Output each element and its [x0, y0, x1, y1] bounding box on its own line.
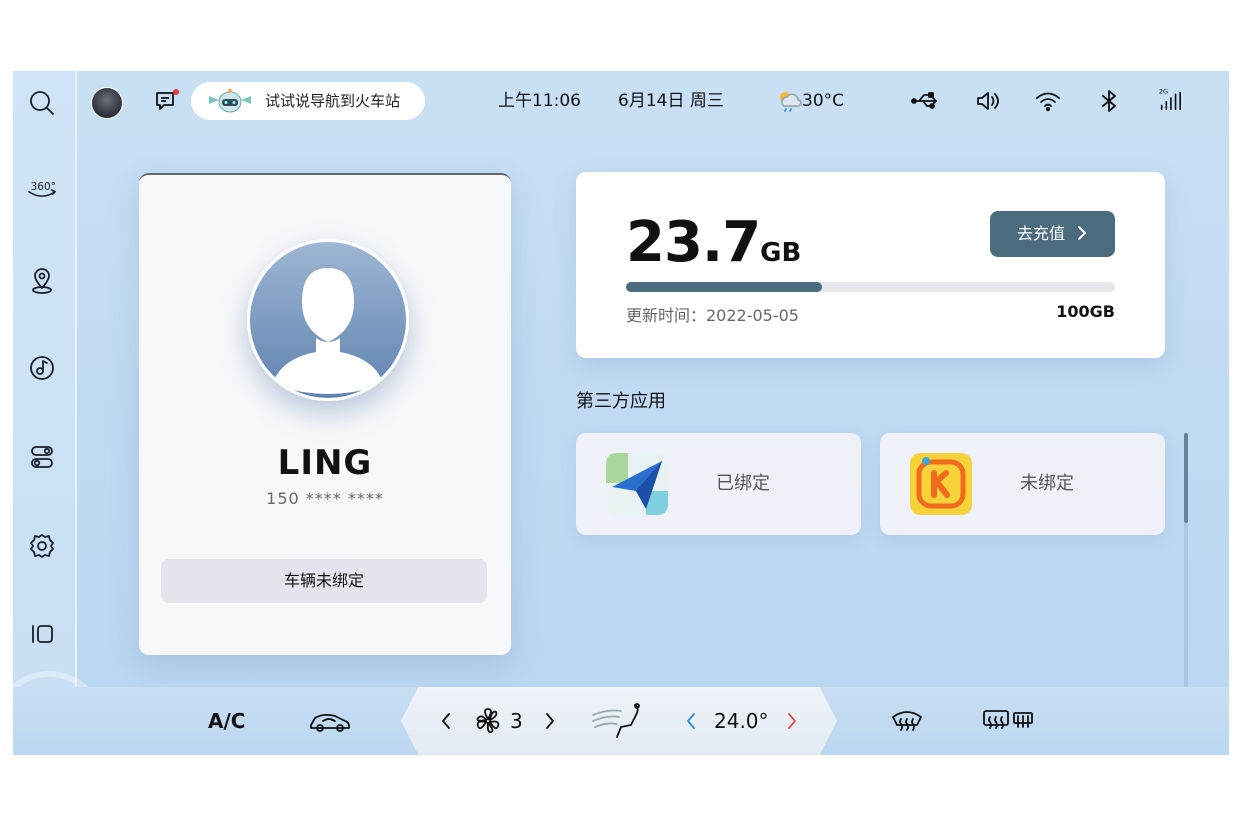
scrollbar-track[interactable] — [1184, 523, 1188, 693]
app-card-karaoke[interactable]: 未绑定 — [880, 433, 1165, 535]
data-total: 100GB — [1056, 302, 1115, 321]
chevron-right-icon — [546, 713, 554, 729]
chevron-left-icon — [442, 713, 450, 729]
profile-card: LING 150 **** **** 车辆未绑定 — [139, 173, 511, 655]
chevron-left-icon — [687, 713, 695, 729]
rear-defrost-icon[interactable] — [981, 707, 1035, 735]
360-label: 360° — [31, 181, 56, 193]
voice-assistant-pill[interactable]: 试试说导航到火车站 — [191, 82, 425, 120]
bluetooth-icon[interactable] — [1096, 89, 1122, 113]
navigation-app-icon — [606, 453, 668, 515]
toggle-controls-icon[interactable] — [26, 441, 58, 473]
clock-time: 上午11:06 — [498, 91, 581, 111]
cabin-temperature: 24.0° — [714, 709, 769, 733]
seat-airflow-icon[interactable] — [591, 701, 645, 741]
recharge-label: 去充值 — [1016, 224, 1065, 243]
robot-assistant-icon — [207, 88, 253, 114]
app-status-bound: 已绑定 — [716, 473, 770, 494]
karaoke-app-icon — [910, 453, 972, 515]
app-status-unbound: 未绑定 — [1020, 473, 1074, 494]
chevron-right-icon — [1078, 226, 1087, 240]
front-defrost-icon[interactable] — [890, 707, 924, 735]
profile-name: LING — [277, 443, 373, 483]
usb-icon — [911, 89, 937, 113]
section-title: 第三方应用 — [576, 391, 666, 412]
music-icon[interactable] — [26, 352, 58, 384]
chevron-right-icon — [788, 713, 796, 729]
gear-icon[interactable] — [26, 530, 58, 562]
remaining-unit: GB — [760, 238, 802, 268]
profile-phone: 150 **** **** — [266, 489, 384, 508]
remaining-value: 23.7 — [626, 210, 761, 275]
search-icon[interactable] — [26, 87, 58, 119]
wifi-icon[interactable] — [1035, 89, 1061, 113]
voice-hint-text: 试试说导航到火车站 — [265, 92, 401, 110]
profile-avatar[interactable] — [247, 239, 409, 401]
volume-icon[interactable] — [975, 89, 1001, 113]
temperature-text: 30°C — [802, 91, 845, 111]
notification-dot — [173, 89, 179, 95]
panels-icon[interactable] — [26, 618, 58, 650]
fan-level: 3 — [510, 709, 523, 733]
ac-button[interactable]: A/C — [208, 687, 245, 755]
fan-icon — [473, 707, 503, 735]
car-screen: 360° 试试说导航到火车站 上午11:06 6月14日 周三 30°C 2G … — [13, 71, 1229, 755]
weather-icon — [776, 88, 802, 112]
climate-bar: A/C 3 24.0° — [13, 687, 1229, 755]
fan-decrease-button[interactable] — [437, 707, 455, 735]
status-bar: 试试说导航到火车站 上午11:06 6月14日 周三 30°C 2G — [75, 71, 1229, 131]
recharge-button[interactable]: 去充值 — [990, 211, 1115, 257]
car-circulation-icon[interactable] — [308, 707, 352, 735]
vehicle-bind-button[interactable]: 车辆未绑定 — [161, 559, 487, 603]
360-camera-icon[interactable]: 360° — [23, 174, 61, 206]
sidebar: 360° — [13, 71, 105, 755]
signal-label: 2G — [1159, 87, 1168, 95]
avatar[interactable] — [91, 87, 123, 119]
person-silhouette-icon — [272, 268, 384, 394]
temp-increase-button[interactable] — [783, 707, 801, 735]
app-card-navigation[interactable]: 已绑定 — [576, 433, 861, 535]
temp-decrease-button[interactable] — [682, 707, 700, 735]
update-time: 更新时间：2022-05-05 — [626, 306, 799, 325]
data-progress-bar — [626, 282, 1115, 292]
data-plan-card: 23.7GB 去充值 更新时间：2022-05-05 100GB — [576, 172, 1165, 358]
map-pin-icon[interactable] — [26, 264, 58, 296]
remaining-data: 23.7GB — [626, 210, 801, 275]
data-progress-fill — [626, 282, 822, 292]
date-text: 6月14日 周三 — [618, 91, 724, 111]
signal-icon: 2G — [1157, 87, 1183, 111]
scrollbar-thumb[interactable] — [1184, 433, 1188, 523]
fan-increase-button[interactable] — [541, 707, 559, 735]
